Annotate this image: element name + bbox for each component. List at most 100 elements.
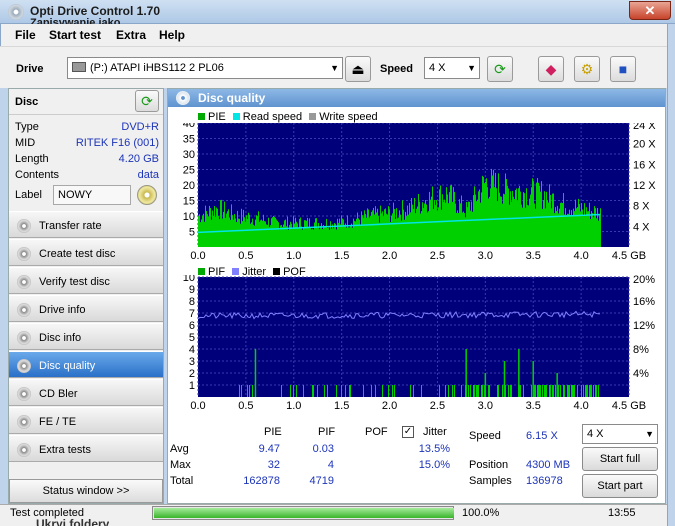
drive-select[interactable]: (P:) ATAPI iHBS112 2 PL06 ▼	[67, 57, 343, 79]
erase-button[interactable]: ◆	[538, 56, 564, 82]
disc-contents-value: data	[137, 169, 159, 181]
disc-icon	[17, 219, 31, 233]
drive-value: (P:) ATAPI iHBS112 2 PL06	[90, 62, 224, 74]
samples-value: 136978	[526, 475, 563, 487]
disc-label-input[interactable]: NOWY	[53, 185, 131, 205]
nav-item-fe-te[interactable]: FE / TE	[9, 407, 163, 434]
samples-label: Samples	[469, 475, 512, 487]
disc-label-key: Label	[15, 189, 42, 201]
settings-button[interactable]: ⚙	[574, 56, 600, 82]
chart1-x-tick: 1.0	[286, 250, 301, 262]
legend-pie-label: PIE	[208, 111, 226, 123]
test-speed-select[interactable]: 4 X ▼	[582, 424, 658, 444]
disc-icon	[17, 359, 31, 373]
chart2-x-tick: 0.0	[190, 400, 205, 412]
drive-icon	[72, 62, 86, 72]
disc-type-row: Type DVD+R	[15, 121, 159, 137]
chart2-x-tick: 4.5 GB	[612, 400, 646, 412]
speed-select[interactable]: 4 X ▼	[424, 57, 480, 79]
stats-header-pof: POF	[365, 426, 388, 438]
chart1-y2-tick: 20 X	[633, 139, 656, 151]
legend-pie-swatch	[198, 113, 205, 120]
chart2-y-tick: 10	[183, 275, 195, 284]
chart1-y2-tick: 24 X	[633, 123, 656, 132]
disc-label-icon[interactable]	[137, 185, 157, 205]
nav-item-drive-info[interactable]: Drive info	[9, 295, 163, 322]
chevron-down-icon: ▼	[330, 63, 339, 73]
nav-item-transfer-rate[interactable]: Transfer rate	[9, 211, 163, 238]
chart2-x-tick: 4.0	[573, 400, 588, 412]
speed-stat-label: Speed	[469, 430, 501, 442]
nav-item-label: Drive info	[39, 304, 86, 316]
refresh-icon: ⟳	[141, 93, 153, 109]
legend-pof-swatch	[273, 268, 281, 275]
chart1-y-tick: 10	[183, 211, 195, 223]
disc-icon	[17, 415, 31, 429]
pif-chart: 10987654321 20% 16% 12% 8% 4% 0.0 0.5 1.0 1.5 2.0 2…	[183, 275, 655, 412]
nav-item-disc-info[interactable]: Disc info	[9, 323, 163, 350]
speed-stat-value: 6.15 X	[526, 430, 558, 442]
status-window-button[interactable]: Status window >>	[9, 479, 163, 503]
speed-label: Speed	[380, 63, 414, 75]
menu-extra[interactable]: Extra	[116, 28, 146, 42]
legend-read-speed-swatch	[232, 113, 240, 120]
menu-start-test[interactable]: Start test	[49, 28, 101, 42]
pie-chart: 40 35 30 25 20 15 10 5 24 X 20 X 16 X 12 X 8 X 4 X 0.0…	[183, 123, 656, 262]
chart1-y2-tick: 8 X	[633, 201, 650, 213]
sidebar: Disc ⟳ Type DVD+R MID RITEK F16 (001) Le…	[8, 88, 164, 504]
disc-mid-row: MID RITEK F16 (001)	[15, 137, 159, 153]
stats-avg-pif: 0.03	[312, 443, 334, 455]
stats-header-pie: PIE	[264, 426, 282, 438]
disc-refresh-button[interactable]: ⟳	[135, 90, 159, 112]
chart2-x-tick: 1.5	[334, 400, 349, 412]
nav-item-label: Disc quality	[39, 360, 96, 372]
disc-quality-panel: Disc quality PIE Read speed Write speed …	[167, 88, 666, 504]
start-part-button[interactable]: Start part	[582, 474, 658, 498]
chart1-y-tick: 30	[183, 149, 195, 161]
window-subtitle: Zapisywanie jako	[30, 17, 121, 24]
nav-item-verify-test-disc[interactable]: Verify test disc	[9, 267, 163, 294]
legend-pie: PIE	[198, 111, 226, 123]
stats-max-pif: 4	[327, 459, 334, 471]
disc-icon	[17, 247, 31, 261]
nav-item-create-test-disc[interactable]: Create test disc	[9, 239, 163, 266]
nav-item-extra-tests[interactable]: Extra tests	[9, 435, 163, 462]
disc-contents-row: Contents data	[15, 169, 159, 185]
drive-label: Drive	[16, 63, 44, 75]
disc-icon	[17, 331, 31, 345]
stats-max-label: Max	[170, 459, 191, 471]
eject-button[interactable]: ⏏	[345, 56, 371, 82]
chart2-x-tick: 2.0	[382, 400, 397, 412]
status-text: Test completed	[10, 507, 84, 519]
chart1-x-tick: 3.5	[526, 250, 541, 262]
close-button[interactable]: ✕	[629, 1, 671, 20]
legend-write-speed-swatch	[309, 113, 317, 120]
jitter-checkbox[interactable]: ✓	[402, 426, 414, 438]
chart1-x-tick: 4.5 GB	[612, 250, 646, 262]
start-full-button[interactable]: Start full	[582, 447, 658, 471]
chart1-x-tick: 0.0	[190, 250, 205, 262]
status-bar: Ukryj foldery Test completed 100.0% 13:5…	[0, 504, 667, 526]
chart1-x-tick: 3.0	[478, 250, 493, 262]
stats-total-pif: 4719	[309, 475, 334, 487]
refresh-button[interactable]: ⟳	[487, 56, 513, 82]
chart2-y-tick: 4	[189, 344, 195, 356]
legend-write-speed-label: Write speed	[319, 111, 378, 123]
title-bar: Opti Drive Control 1.70 Zapisywanie jako…	[0, 0, 675, 24]
nav-item-label: Disc info	[39, 332, 82, 344]
window-right-edge	[667, 24, 675, 526]
legend-pif-swatch	[198, 268, 205, 275]
panel-title: Disc quality	[198, 91, 266, 105]
nav-item-disc-quality[interactable]: Disc quality	[9, 351, 163, 378]
disc-mid-value: RITEK F16 (001)	[75, 137, 159, 149]
nav-item-cd-bler[interactable]: CD Bler	[9, 379, 163, 406]
menu-file[interactable]: File	[15, 28, 36, 42]
chart1-x-tick: 0.5	[238, 250, 253, 262]
stats-total-pie: 162878	[243, 475, 280, 487]
save-button[interactable]: ■	[610, 56, 636, 82]
legend-read-speed: Read speed	[232, 111, 302, 123]
chart1-x-tick: 1.5	[334, 250, 349, 262]
floppy-icon: ■	[618, 61, 628, 77]
chart2-y2-tick: 20%	[633, 275, 655, 286]
menu-help[interactable]: Help	[159, 28, 185, 42]
